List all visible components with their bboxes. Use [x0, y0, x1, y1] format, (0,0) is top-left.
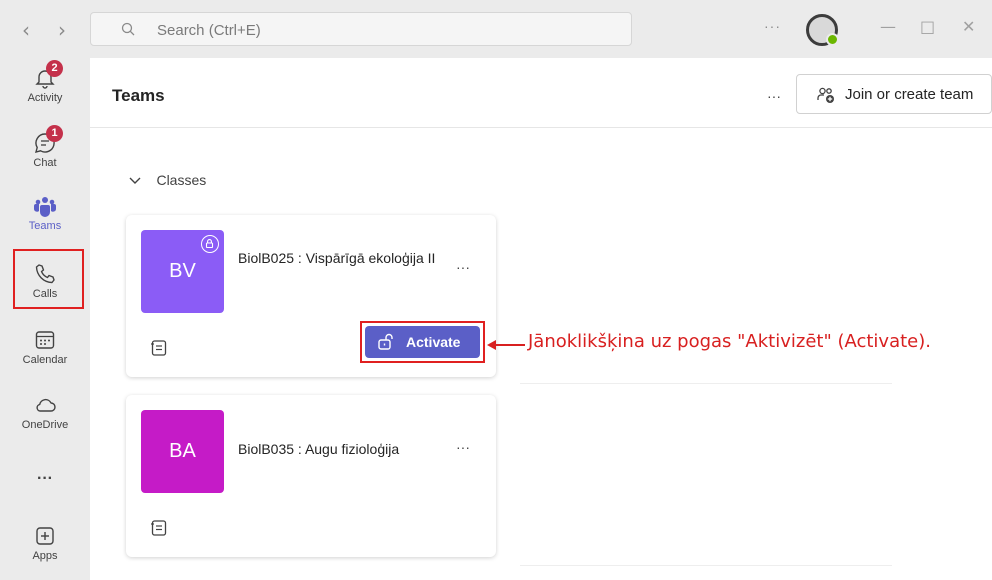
- page-title: Teams: [112, 86, 165, 105]
- rail-item-activity[interactable]: 2 Activity: [0, 60, 90, 126]
- team-avatar: BV: [141, 230, 224, 313]
- activity-badge: 2: [46, 60, 63, 77]
- rail-item-onedrive[interactable]: OneDrive: [0, 393, 90, 453]
- team-card[interactable]: BA BiolB035 : Augu fizioloģija ···: [126, 395, 496, 557]
- rail-item-calendar[interactable]: Calendar: [0, 328, 90, 388]
- people-add-icon: [817, 87, 834, 103]
- calendar-icon: [33, 328, 57, 352]
- class-notebook-icon[interactable]: [150, 519, 168, 537]
- cloud-icon: [33, 393, 57, 417]
- team-avatar: BA: [141, 410, 224, 493]
- team-initials: BV: [169, 260, 196, 282]
- divider: [520, 565, 892, 566]
- team-more-icon[interactable]: ···: [456, 439, 470, 455]
- back-arrow-icon[interactable]: ‹: [22, 18, 30, 42]
- status-available-icon: [826, 33, 839, 46]
- team-more-icon[interactable]: ···: [456, 259, 470, 275]
- rail-item-chat[interactable]: 1 Chat: [0, 125, 90, 191]
- search-placeholder: Search (Ctrl+E): [157, 22, 261, 39]
- teams-highlight-box: [13, 249, 84, 309]
- rail-item-teams[interactable]: Teams: [0, 194, 90, 254]
- chat-icon: 1: [33, 125, 63, 155]
- team-initials: BA: [169, 440, 196, 462]
- more-apps-icon: ···: [37, 470, 53, 487]
- join-button-label: Join or create team: [845, 86, 974, 103]
- rail-label-teams: Teams: [28, 220, 62, 232]
- annotation-arrow-icon: [487, 340, 525, 350]
- rail-label-chat: Chat: [33, 157, 57, 169]
- title-bar: ‹ › Search (Ctrl+E) ··· — □ ✕: [0, 0, 992, 58]
- chevron-down-icon: [129, 177, 141, 184]
- divider: [520, 383, 892, 384]
- titlebar-more-icon[interactable]: ···: [764, 18, 781, 34]
- maximize-icon[interactable]: □: [920, 17, 935, 36]
- team-name[interactable]: BiolB025 : Vispārīgā ekoloģija II: [238, 248, 438, 268]
- join-or-create-team-button[interactable]: Join or create team: [796, 74, 992, 114]
- bell-icon: 2: [33, 60, 63, 90]
- team-card[interactable]: BV BiolB025 : Vispārīgā ekoloģija II ···…: [126, 215, 496, 377]
- search-icon: [121, 22, 135, 36]
- rail-label-activity: Activity: [27, 92, 63, 104]
- team-name[interactable]: BiolB035 : Augu fizioloģija: [238, 439, 438, 459]
- minimize-icon[interactable]: —: [880, 17, 896, 36]
- activate-label: Activate: [406, 334, 461, 350]
- rail-item-more[interactable]: ···: [0, 468, 90, 528]
- close-icon[interactable]: ✕: [962, 17, 975, 36]
- app-bar: 2 Activity 1 Chat Teams Calls Calendar O…: [0, 58, 90, 580]
- chat-badge: 1: [46, 125, 63, 142]
- lock-icon: [201, 235, 219, 253]
- teams-list: Classes BV BiolB025 : Vispārīgā ekoloģij…: [90, 129, 992, 580]
- classes-section-toggle[interactable]: Classes: [128, 171, 206, 189]
- rail-label-onedrive: OneDrive: [21, 419, 69, 431]
- forward-arrow-icon[interactable]: ›: [58, 18, 66, 42]
- search-box[interactable]: Search (Ctrl+E): [90, 12, 632, 46]
- header-more-icon[interactable]: ···: [767, 88, 781, 104]
- rail-label-calendar: Calendar: [22, 354, 68, 366]
- rail-label-apps: Apps: [32, 550, 58, 562]
- annotation-text: Jānoklikšķina uz pogas "Aktivizēt" (Acti…: [528, 331, 931, 352]
- activate-highlight-box: Activate: [360, 321, 485, 363]
- unlock-icon: [378, 333, 393, 350]
- section-label: Classes: [156, 171, 207, 188]
- rail-item-apps[interactable]: Apps: [0, 524, 90, 580]
- activate-button[interactable]: Activate: [365, 326, 480, 358]
- teams-icon: [33, 194, 57, 218]
- apps-plus-icon: [33, 524, 57, 548]
- teams-header: Teams ··· Join or create team: [90, 58, 992, 128]
- class-notebook-icon[interactable]: [150, 339, 168, 357]
